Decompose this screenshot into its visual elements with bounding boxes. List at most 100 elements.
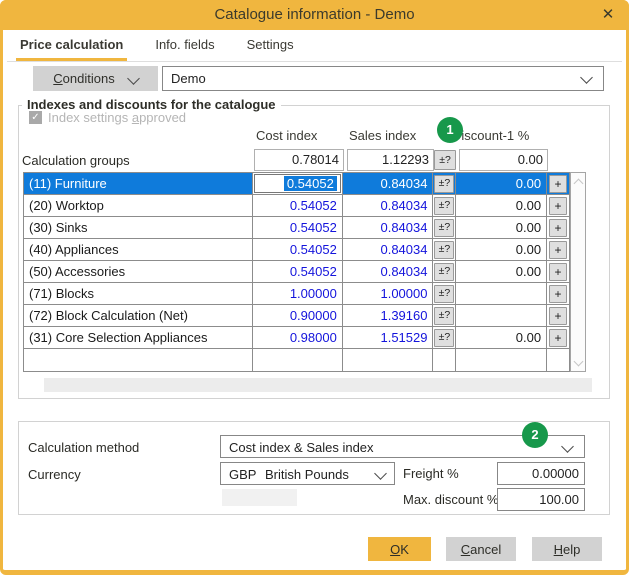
chevron-down-icon	[127, 72, 140, 85]
plus-minus-help-button[interactable]: ±?	[434, 241, 454, 259]
row-cost-index-field[interactable]: 0.54052	[253, 173, 343, 194]
total-sales-index-field[interactable]: 1.12293	[347, 149, 434, 171]
row-discount-field[interactable]	[456, 283, 547, 304]
table-row[interactable]: (71) Blocks 1.00000 1.00000 ±? +	[24, 283, 569, 305]
row-discount-field[interactable]	[456, 349, 547, 371]
row-cost-index-field[interactable]: 1.00000	[253, 283, 343, 304]
row-sales-index-field[interactable]: 0.84034	[343, 239, 434, 260]
add-row-button[interactable]: +	[549, 307, 567, 325]
cancel-button[interactable]: Cancel	[446, 537, 516, 561]
row-discount-field[interactable]: 0.00	[456, 195, 547, 216]
row-plus-cell: +	[547, 283, 569, 304]
max-discount-input[interactable]: 100.00	[497, 488, 585, 511]
chevron-down-icon	[580, 71, 593, 84]
table-row[interactable]: (50) Accessories 0.54052 0.84034 ±? 0.00…	[24, 261, 569, 283]
row-cost-index-field[interactable]	[253, 349, 343, 371]
close-icon[interactable]: ✕	[597, 0, 619, 30]
add-row-button[interactable]: +	[549, 285, 567, 303]
cost-index-value: 0.54052	[290, 220, 337, 235]
tab-separator	[7, 61, 622, 62]
row-discount-field[interactable]: 0.00	[456, 327, 547, 348]
table-row[interactable]: ±? +	[24, 349, 569, 371]
row-cost-index-field[interactable]: 0.54052	[253, 217, 343, 238]
index-settings-approved-checkbox[interactable]: ✓	[29, 111, 42, 124]
row-discount-field[interactable]	[456, 305, 547, 326]
cost-index-value: 1.00000	[290, 286, 337, 301]
step-1-badge: 1	[437, 117, 463, 143]
table-scrollbar[interactable]	[570, 172, 586, 372]
catalogue-information-dialog: Catalogue information - Demo ✕ Price cal…	[0, 0, 629, 575]
disabled-field	[222, 489, 297, 506]
plus-minus-help-button[interactable]: ±?	[434, 285, 454, 303]
row-pm-cell: ±?	[433, 349, 456, 371]
row-pm-cell: ±?	[433, 195, 456, 216]
scroll-up-icon[interactable]	[571, 173, 585, 189]
total-discount-field[interactable]: 0.00	[459, 149, 548, 171]
add-row-button[interactable]: +	[549, 197, 567, 215]
total-plus-minus-help-button[interactable]: ±?	[434, 150, 456, 170]
row-sales-index-field[interactable]: 1.00000	[343, 283, 434, 304]
plus-minus-help-button[interactable]: ±?	[434, 329, 454, 347]
tab-info-fields[interactable]: Info. fields	[151, 37, 218, 61]
row-cost-index-field[interactable]: 0.54052	[253, 195, 343, 216]
calculation-groups-table: (11) Furniture 0.54052 0.84034 ±? 0.00 +…	[23, 172, 570, 372]
cost-index-value: 0.54052	[284, 176, 337, 191]
add-row-button[interactable]: +	[549, 263, 567, 281]
row-cost-index-field[interactable]: 0.54052	[253, 239, 343, 260]
sales-index-column-header: Sales index	[349, 128, 416, 143]
plus-minus-help-button[interactable]: ±?	[434, 197, 454, 215]
table-row[interactable]: (30) Sinks 0.54052 0.84034 ±? 0.00 +	[24, 217, 569, 239]
row-cost-index-field[interactable]: 0.98000	[253, 327, 343, 348]
row-label: (50) Accessories	[24, 261, 253, 282]
currency-code: GBP	[229, 463, 256, 486]
row-label: (31) Core Selection Appliances	[24, 327, 253, 348]
conditions-select[interactable]: Demo	[162, 66, 604, 91]
conditions-button-label: Conditions	[53, 71, 114, 86]
help-button[interactable]: Help	[532, 537, 602, 561]
add-row-button[interactable]: +	[549, 219, 567, 237]
row-discount-field[interactable]: 0.00	[456, 261, 547, 282]
row-cost-index-field[interactable]: 0.90000	[253, 305, 343, 326]
freight-input[interactable]: 0.00000	[497, 462, 585, 485]
plus-minus-help-button[interactable]: ±?	[434, 307, 454, 325]
table-row[interactable]: (31) Core Selection Appliances 0.98000 1…	[24, 327, 569, 349]
row-sales-index-field[interactable]: 1.39160	[343, 305, 434, 326]
ok-button[interactable]: OK	[368, 537, 431, 561]
row-plus-cell: +	[547, 239, 569, 260]
plus-minus-help-button[interactable]: ±?	[434, 175, 454, 193]
row-discount-field[interactable]: 0.00	[456, 173, 547, 194]
row-discount-field[interactable]: 0.00	[456, 239, 547, 260]
tab-settings[interactable]: Settings	[243, 37, 298, 61]
tab-price-calculation[interactable]: Price calculation	[16, 37, 127, 61]
row-sales-index-field[interactable]	[343, 349, 434, 371]
dialog-title: Catalogue information - Demo	[0, 0, 629, 30]
row-pm-cell: ±?	[433, 327, 456, 348]
row-sales-index-field[interactable]: 0.84034	[343, 261, 434, 282]
conditions-button[interactable]: Conditions	[33, 66, 158, 91]
conditions-select-value: Demo	[171, 67, 206, 90]
add-row-button[interactable]: +	[549, 241, 567, 259]
table-row[interactable]: (20) Worktop 0.54052 0.84034 ±? 0.00 +	[24, 195, 569, 217]
row-sales-index-field[interactable]: 0.84034	[343, 195, 434, 216]
row-label: (11) Furniture	[24, 173, 253, 194]
row-sales-index-field[interactable]: 1.51529	[343, 327, 434, 348]
row-pm-cell: ±?	[433, 239, 456, 260]
table-row[interactable]: (40) Appliances 0.54052 0.84034 ±? 0.00 …	[24, 239, 569, 261]
row-discount-field[interactable]: 0.00	[456, 217, 547, 238]
calculation-method-value: Cost index & Sales index	[229, 436, 374, 459]
add-row-button[interactable]: +	[549, 329, 567, 347]
row-sales-index-field[interactable]: 0.84034	[343, 173, 434, 194]
plus-minus-help-button[interactable]: ±?	[434, 219, 454, 237]
row-cost-index-field[interactable]: 0.54052	[253, 261, 343, 282]
table-row[interactable]: (72) Block Calculation (Net) 0.90000 1.3…	[24, 305, 569, 327]
row-pm-cell: ±?	[433, 217, 456, 238]
row-sales-index-field[interactable]: 0.84034	[343, 217, 434, 238]
currency-select[interactable]: GBP British Pounds	[220, 462, 395, 485]
cost-index-value: 0.54052	[290, 242, 337, 257]
table-row[interactable]: (11) Furniture 0.54052 0.84034 ±? 0.00 +	[24, 173, 569, 195]
total-cost-index-field[interactable]: 0.78014	[254, 149, 344, 171]
scroll-down-icon[interactable]	[571, 355, 585, 371]
title-bar: Catalogue information - Demo ✕	[0, 0, 629, 30]
plus-minus-help-button[interactable]: ±?	[434, 263, 454, 281]
add-row-button[interactable]: +	[549, 175, 567, 193]
